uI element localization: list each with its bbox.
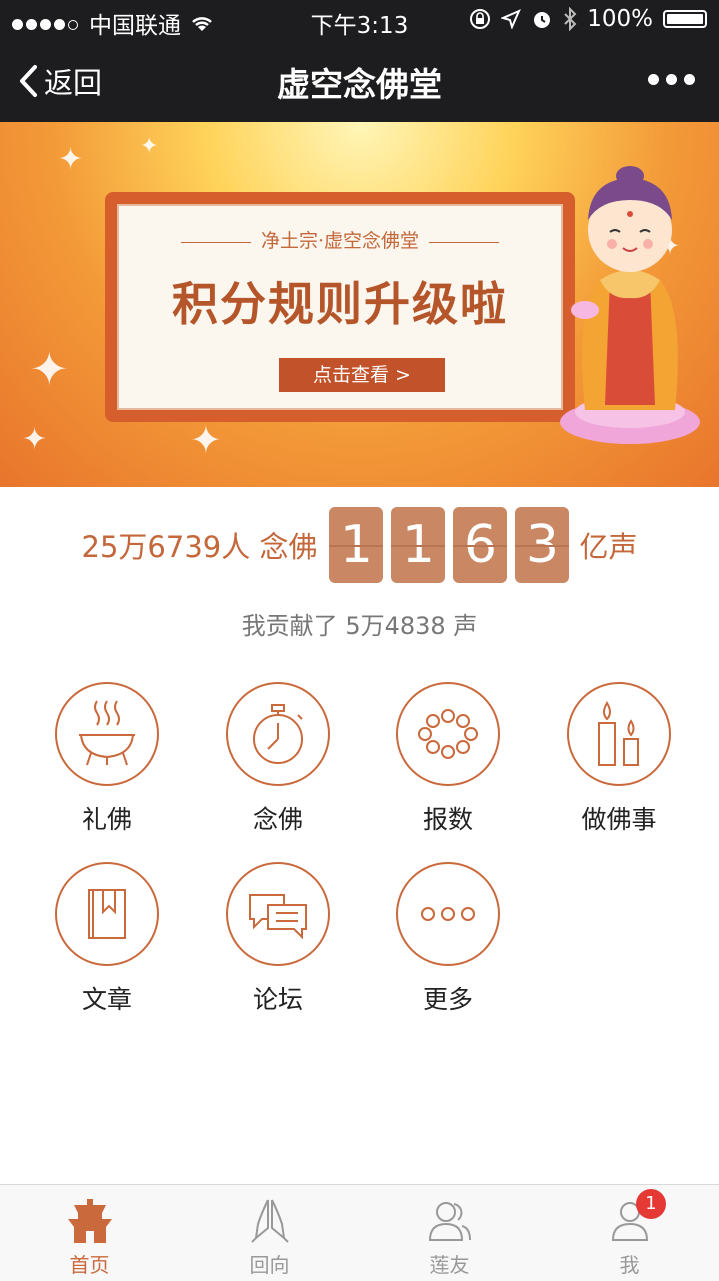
tab-label: 回向 — [249, 1253, 290, 1277]
menu-icon-circle — [396, 862, 500, 966]
temple-icon — [67, 1199, 112, 1243]
tab-friends[interactable]: 莲友 — [360, 1185, 539, 1281]
menu-label: 更多 — [422, 985, 473, 1014]
tab-home[interactable]: 首页 — [0, 1185, 179, 1281]
menu-label: 礼佛 — [81, 805, 132, 834]
battery-icon — [663, 10, 707, 28]
stopwatch-icon — [253, 704, 303, 764]
sparkle-icon: ✦ — [190, 418, 222, 462]
more-dot — [684, 74, 695, 85]
friends-icon — [428, 1202, 471, 1241]
my-contribution: 我贡献了 5万4838 声 — [241, 612, 478, 640]
menu-item-chant[interactable]: 念佛 — [213, 682, 343, 836]
battery-percent: 100% — [587, 6, 653, 32]
menu-label: 论坛 — [252, 985, 303, 1014]
menu-icon-circle — [226, 862, 330, 966]
page-title: 虚空念佛堂 — [277, 65, 442, 104]
sparkle-icon: ✦ — [140, 134, 159, 159]
tab-label: 莲友 — [429, 1253, 470, 1277]
menu-item-articles[interactable]: 文章 — [42, 862, 172, 1016]
buddha-illustration — [560, 166, 700, 444]
counter-digit: 6 — [453, 507, 508, 583]
sparkle-icon: ✦ — [58, 142, 84, 177]
more-dots-icon — [421, 907, 475, 921]
nav-bar: 返回 虚空念佛堂 — [0, 40, 719, 122]
menu-label: 念佛 — [252, 805, 303, 834]
counter-unit: 亿声 — [579, 530, 638, 564]
menu-icon-circle — [55, 862, 159, 966]
praying-hands-icon — [250, 1199, 289, 1243]
menu-item-forum[interactable]: 论坛 — [213, 862, 343, 1016]
location-icon — [501, 9, 522, 29]
menu-item-more[interactable]: 更多 — [383, 862, 513, 1016]
divider — [180, 241, 251, 243]
more-menu-button[interactable] — [648, 74, 695, 85]
more-dot — [666, 74, 677, 85]
view-details-button[interactable]: 点击查看 > — [279, 358, 445, 392]
banner-title: 积分规则升级啦 — [172, 277, 508, 331]
bluetooth-icon — [564, 7, 577, 31]
tab-label: 首页 — [69, 1253, 110, 1277]
notification-badge: 1 — [636, 1189, 666, 1219]
banner-card: 净土宗·虚空念佛堂 积分规则升级啦 点击查看 > — [105, 192, 575, 422]
tab-label: 我 — [619, 1253, 640, 1277]
banner-card-inner: 净土宗·虚空念佛堂 积分规则升级啦 点击查看 > — [117, 204, 563, 410]
promo-banner[interactable]: ✦ ✦ ✦ ✦ ✦ ✦ 净土宗·虚空念佛堂 积分规则升级啦 点击查看 > — [0, 122, 719, 487]
chat-bubbles-icon — [249, 894, 307, 939]
chanting-stats: 25万6739人 念佛 1 1 6 3 亿声 — [0, 505, 719, 585]
alarm-icon — [534, 12, 551, 28]
menu-icon-circle — [396, 682, 500, 786]
menu-item-count[interactable]: 报数 — [383, 682, 513, 836]
banner-subtitle-text: 净土宗·虚空念佛堂 — [260, 230, 420, 252]
tab-me[interactable]: 1 我 — [540, 1185, 719, 1281]
sparkle-icon: ✦ — [22, 422, 48, 457]
menu-icon-circle — [55, 682, 159, 786]
counter-digit: 1 — [391, 507, 446, 583]
menu-item-ceremony[interactable]: 做佛事 — [554, 682, 684, 836]
tab-dedication[interactable]: 回向 — [180, 1185, 359, 1281]
more-dot — [648, 74, 659, 85]
divider — [429, 241, 500, 243]
menu-label: 文章 — [81, 985, 132, 1014]
sparkle-icon: ✦ — [30, 342, 69, 396]
status-bar: 中国联通 下午3:13 100% — [0, 0, 719, 40]
participants-count: 25万6739人 念佛 — [81, 530, 318, 564]
rotation-lock-icon — [470, 9, 491, 29]
book-icon — [88, 889, 126, 939]
counter-digit: 3 — [515, 507, 570, 583]
banner-subtitle: 净土宗·虚空念佛堂 — [119, 226, 561, 253]
menu-label: 报数 — [422, 805, 473, 834]
status-right: 100% — [469, 6, 707, 32]
prayer-beads-icon — [418, 709, 478, 759]
incense-burner-icon — [79, 700, 135, 766]
menu-label: 做佛事 — [581, 805, 657, 834]
menu-item-worship[interactable]: 礼佛 — [42, 682, 172, 836]
candles-icon — [598, 701, 639, 766]
menu-icon-circle — [567, 682, 671, 786]
menu-icon-circle — [226, 682, 330, 786]
bottom-tab-bar: 首页 回向 莲友 1 我 — [0, 1184, 719, 1281]
counter-digit: 1 — [329, 507, 384, 583]
